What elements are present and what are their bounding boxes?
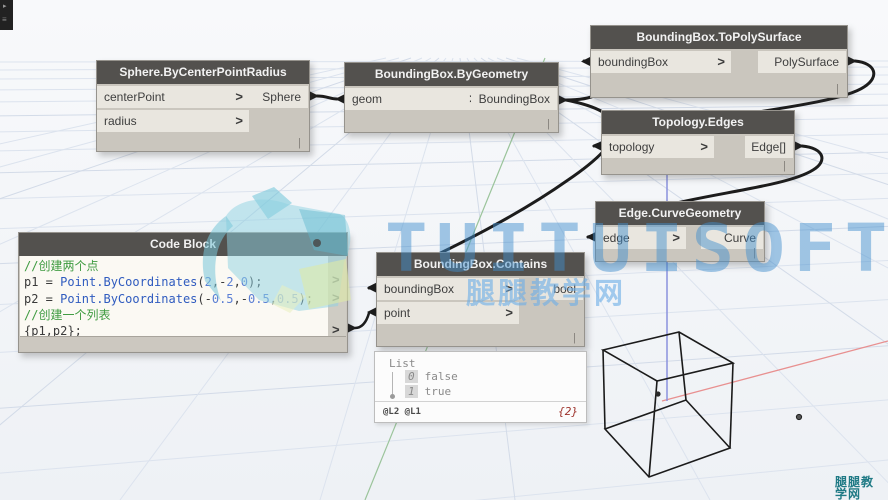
port-chevron-icon: > (717, 54, 725, 69)
preview-root-label[interactable]: List (389, 357, 416, 370)
preview-index-chip: 1 (405, 385, 418, 398)
node-title[interactable]: BoundingBox.ToPolySurface (591, 26, 847, 49)
port-label: radius (104, 114, 137, 128)
library-expand-icon[interactable]: ▸ (3, 2, 7, 10)
node-boundingbox-bygeometry[interactable]: BoundingBox.ByGeometry geom > BoundingBo… (344, 62, 559, 133)
node-edge-curvegeometry[interactable]: Edge.CurveGeometry edge > Curve | (595, 201, 765, 262)
port-label: boundingBox (384, 282, 455, 296)
port-label: geom (352, 92, 383, 106)
input-port-boundingbox[interactable]: boundingBox > (591, 51, 731, 73)
port-label: boundingBox (598, 55, 669, 69)
library-menu-icon[interactable]: ≡ (2, 15, 7, 24)
lacing-indicator: | (547, 118, 550, 130)
port-chevron-icon: > (235, 89, 243, 104)
code-line: //创建两个点 (24, 259, 99, 273)
port-chevron-icon: > (700, 139, 708, 154)
code-line: p1 = Point.ByCoordinates(2,-2,0); (24, 275, 263, 290)
input-port-geom[interactable]: geom > (345, 88, 483, 110)
wire-codeblock-to-point[interactable] (353, 311, 371, 330)
input-port-boundingbox[interactable]: boundingBox > (377, 278, 519, 300)
lacing-indicator: | (298, 137, 301, 149)
preview-tree-line (392, 372, 393, 394)
wire-sphere-to-geom[interactable] (315, 94, 339, 101)
port-label: Edge[] (751, 140, 786, 154)
library-collapsed-bar[interactable]: ▸ ≡ (0, 0, 13, 30)
node-title[interactable]: Edge.CurveGeometry (596, 202, 764, 225)
port-chevron-icon: > (235, 113, 243, 128)
input-port-point[interactable]: point > (377, 302, 519, 324)
code-line: //创建一个列表 (24, 307, 111, 322)
node-boundingbox-topolysurface[interactable]: BoundingBox.ToPolySurface boundingBox > … (590, 25, 848, 98)
port-label: point (384, 306, 411, 320)
input-port-topology[interactable]: topology > (602, 136, 714, 158)
code-editor[interactable]: //创建两个点 p1 = Point.ByCoordinates(2,-2,0)… (20, 256, 328, 337)
lacing-indicator: | (783, 160, 786, 172)
code-block-output-ports: > > > (328, 256, 346, 337)
preview-tree-dot (390, 394, 395, 399)
output-port-p1[interactable]: > (332, 272, 340, 287)
lacing-indicator: | (573, 332, 576, 344)
input-port-edge[interactable]: edge > (596, 227, 686, 249)
port-chevron-icon: > (672, 230, 680, 245)
output-port-curve[interactable]: Curve (701, 227, 763, 249)
preview-lacing-info: @L2 @L1 (383, 407, 421, 417)
port-label: Sphere (262, 90, 301, 104)
output-port-p2[interactable]: > (332, 290, 340, 305)
preview-item: 0 false (405, 370, 458, 383)
output-preview-bubble: List 0 false 1 true @L2 @L1 {2} (374, 351, 587, 423)
port-label: PolySurface (774, 55, 839, 69)
node-topology-edges[interactable]: Topology.Edges topology > Edge[] | (601, 110, 795, 175)
preview-index-chip: 0 (405, 370, 418, 383)
code-line: p2 = Point.ByCoordinates(-0.5,-0.5,0.5); (24, 291, 314, 306)
node-title[interactable]: BoundingBox.Contains (377, 253, 584, 276)
port-label: BoundingBox (478, 92, 550, 106)
node-sphere-bycenterpointradius[interactable]: Sphere.ByCenterPointRadius centerPoint >… (96, 60, 310, 152)
output-port-polysurface[interactable]: PolySurface (758, 51, 846, 73)
port-label: bool (553, 282, 576, 296)
node-title[interactable]: Topology.Edges (602, 111, 794, 134)
lacing-indicator: | (753, 247, 756, 259)
output-port-list[interactable]: > (332, 322, 340, 337)
output-port-edges[interactable]: Edge[] (745, 136, 793, 158)
node-boundingbox-contains[interactable]: BoundingBox.Contains boundingBox > point… (376, 252, 585, 347)
input-port-radius[interactable]: radius > (97, 110, 249, 132)
port-label: centerPoint (104, 90, 165, 104)
output-port-bool[interactable]: bool (539, 278, 583, 300)
port-chevron-icon: > (505, 305, 513, 320)
port-label: topology (609, 140, 655, 154)
preview-footer: @L2 @L1 {2} (375, 401, 586, 422)
preview-item: 1 true (405, 385, 451, 398)
node-title[interactable]: Sphere.ByCenterPointRadius (97, 61, 309, 84)
node-title[interactable]: BoundingBox.ByGeometry (345, 63, 558, 86)
port-label: edge (603, 231, 630, 245)
input-port-centerpoint[interactable]: centerPoint > (97, 86, 249, 108)
output-port-boundingbox[interactable]: BoundingBox (471, 88, 557, 110)
preview-value: true (424, 385, 452, 398)
output-port-sphere[interactable]: Sphere (246, 86, 308, 108)
code-block-footer (20, 336, 346, 351)
preview-value: false (424, 370, 458, 383)
node-title[interactable]: Code Block (19, 233, 347, 256)
code-line: {p1,p2}; (24, 324, 82, 337)
port-chevron-icon: > (505, 281, 513, 296)
node-code-block[interactable]: Code Block //创建两个点 p1 = Point.ByCoordina… (18, 232, 348, 353)
port-label: Curve (723, 231, 756, 245)
preview-item-count: {2} (558, 405, 578, 418)
lacing-indicator: | (836, 83, 839, 95)
dynamo-workspace-canvas[interactable]: Sphere.ByCenterPointRadius centerPoint >… (0, 0, 888, 500)
